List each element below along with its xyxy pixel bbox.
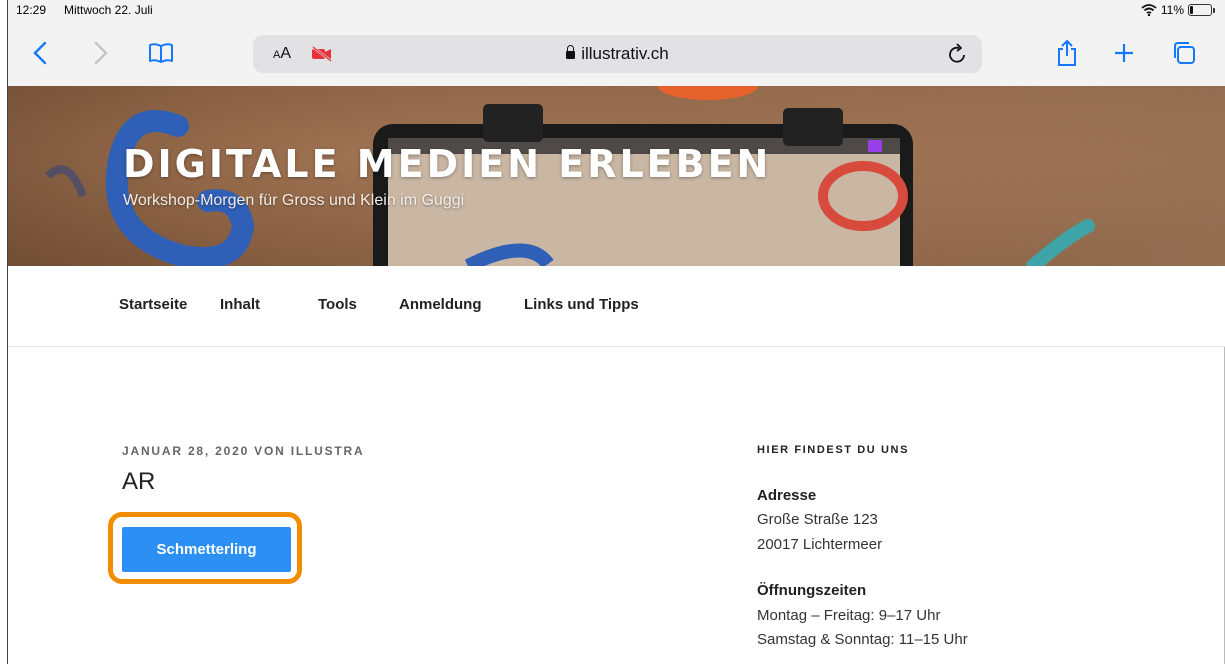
site-title[interactable]: DIGITALE MEDIEN ERLEBEN	[123, 142, 771, 186]
address-line: Große Straße 123	[757, 511, 878, 528]
hours-line: Montag – Freitag: 9–17 Uhr	[757, 607, 941, 624]
url-display[interactable]: illustrativ.ch	[253, 44, 982, 64]
widget-heading: HIER FINDEST DU UNS	[757, 444, 910, 456]
post-title[interactable]: AR	[122, 468, 155, 496]
hours-line: Samstag & Sonntag: 11–15 Uhr	[757, 631, 968, 648]
share-button[interactable]	[1055, 38, 1079, 68]
bookmarks-button[interactable]	[146, 38, 176, 68]
status-date: Mittwoch 22. Juli	[64, 3, 153, 17]
status-indicators: 11%	[1141, 3, 1215, 17]
reload-icon[interactable]	[948, 43, 968, 65]
screen: 12:29 Mittwoch 22. Juli 11% AA illustrat…	[0, 0, 1225, 664]
tabs-button[interactable]	[1171, 38, 1197, 68]
chevron-left-icon	[33, 41, 47, 65]
lock-icon	[566, 45, 576, 59]
nav-item-inhalt[interactable]: Inhalt	[220, 296, 260, 313]
plus-icon	[1115, 44, 1133, 62]
back-button[interactable]	[30, 38, 50, 68]
battery-icon	[1188, 4, 1212, 16]
nav-item-startseite[interactable]: Startseite	[119, 296, 187, 313]
wifi-icon	[1141, 4, 1157, 16]
book-icon	[149, 43, 173, 63]
new-tab-button[interactable]	[1112, 38, 1136, 68]
url-text: illustrativ.ch	[581, 44, 669, 63]
schmetterling-button[interactable]: Schmetterling	[122, 527, 291, 572]
site-description: Workshop-Morgen für Gross und Klein im G…	[123, 192, 465, 209]
address-line: 20017 Lichtermeer	[757, 536, 883, 553]
header-banner: DIGITALE MEDIEN ERLEBEN Workshop-Morgen …	[8, 86, 1225, 266]
hours-label: Öffnungszeiten	[757, 582, 867, 599]
status-time: 12:29	[16, 3, 47, 17]
address-label: Adresse	[757, 487, 817, 504]
chevron-right-icon	[94, 41, 108, 65]
nav-item-links-und-tipps[interactable]: Links und Tipps	[524, 296, 639, 313]
address-bar[interactable]: AA illustrativ.ch	[253, 35, 982, 73]
battery-percent: 11%	[1160, 3, 1184, 17]
status-bar: 12:29 Mittwoch 22. Juli 11%	[8, 0, 1225, 20]
browser-toolbar: AA illustrativ.ch	[8, 20, 1225, 86]
nav-item-anmeldung[interactable]: Anmeldung	[399, 296, 482, 313]
nav-item-tools[interactable]: Tools	[318, 296, 357, 313]
tabs-icon	[1174, 42, 1195, 64]
post-meta: JANUAR 28, 2020 VON ILLUSTRA	[122, 444, 365, 458]
battery-nub	[1213, 7, 1215, 13]
main-navigation: Startseite Inhalt Tools Anmeldung Links …	[8, 266, 1225, 347]
forward-button[interactable]	[91, 38, 111, 68]
share-icon	[1058, 39, 1076, 66]
